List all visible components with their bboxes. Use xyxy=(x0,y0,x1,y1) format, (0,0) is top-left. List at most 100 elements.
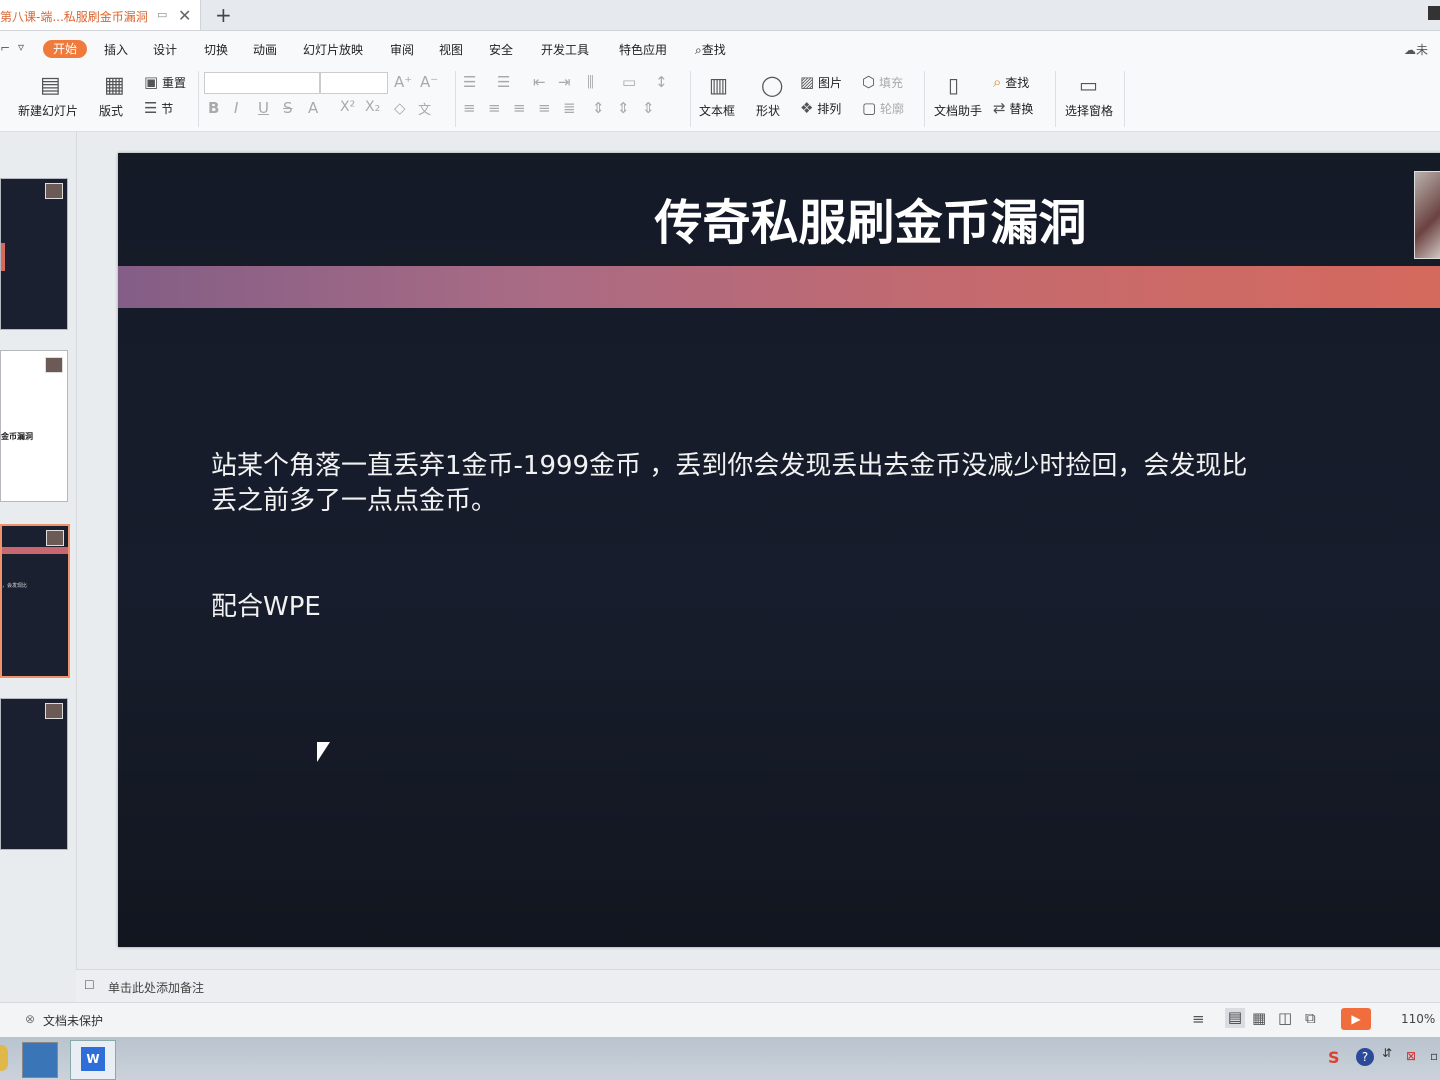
doc-assistant-button[interactable]: ▯ 文档助手 xyxy=(934,71,986,127)
document-tab[interactable]: 第八课-端...私服刷金币漏洞 ▭ ✕ xyxy=(0,0,201,30)
menu-tab-developer[interactable]: 开发工具 xyxy=(541,41,589,58)
menu-tab-view[interactable]: 视图 xyxy=(439,41,463,58)
tray-arrow-icon[interactable]: ⇵ xyxy=(1382,1046,1392,1060)
bullets-icon[interactable]: ☰ xyxy=(463,73,476,91)
new-tab-button[interactable]: + xyxy=(215,3,232,27)
section-button[interactable]: ☰ 节 xyxy=(144,99,173,117)
new-slide-icon: ▤ xyxy=(40,73,61,98)
window-control-icon[interactable] xyxy=(1428,6,1440,20)
dropdown-chevron-icon[interactable]: ▿ xyxy=(18,40,24,54)
menu-tab-security[interactable]: 安全 xyxy=(489,41,513,58)
fill-button[interactable]: ⬡ 填充 xyxy=(862,73,903,91)
file-explorer-icon[interactable] xyxy=(22,1042,58,1078)
close-tab-icon[interactable]: ✕ xyxy=(178,6,191,25)
arrange-button[interactable]: ❖ 排列 xyxy=(800,99,841,117)
reset-button[interactable]: ▣ 重置 xyxy=(144,73,186,91)
outline-button[interactable]: ▢ 轮廓 xyxy=(862,99,904,117)
protection-status[interactable]: 文档未保护 xyxy=(43,1012,103,1029)
underline-icon[interactable]: U xyxy=(258,99,269,117)
menu-search[interactable]: ⌕查找 xyxy=(695,41,726,58)
increase-font-icon[interactable]: A⁺ xyxy=(394,73,412,91)
divider xyxy=(924,71,925,127)
slide-thumbnail-4[interactable] xyxy=(0,698,68,850)
indent-spacing-icon[interactable]: ⇕ xyxy=(642,99,655,117)
mouse-cursor-icon xyxy=(317,742,330,762)
bold-icon[interactable]: B xyxy=(208,99,219,117)
slide-sorter-icon[interactable]: ▦ xyxy=(1252,1009,1266,1027)
reading-view-icon[interactable]: ◫ xyxy=(1278,1009,1292,1027)
slide-body-line-1[interactable]: 站某个角落一直丢弃1金币-1999金币 ，丢到你会发现丢出去金币没减少时捡回，会… xyxy=(211,449,1391,484)
cloud-status[interactable]: ☁未 xyxy=(1404,41,1428,58)
notes-placeholder[interactable]: 单击此处添加备注 xyxy=(108,979,204,996)
subscript-icon[interactable]: X₂ xyxy=(365,99,380,115)
align-center-icon[interactable]: ≡ xyxy=(488,99,501,117)
slide-thumbnail-panel[interactable]: 金币漏洞 ，会发现比 xyxy=(0,132,77,1002)
select-pane-icon: ▭ xyxy=(1079,73,1098,97)
slide-body-line-2[interactable]: 丢之前多了一点点金币。 xyxy=(211,484,1391,519)
new-slide-button[interactable]: ▤ 新建幻灯片 xyxy=(18,71,90,127)
phonetic-icon[interactable]: 文 xyxy=(418,99,431,118)
strikethrough-icon[interactable]: S xyxy=(283,99,293,117)
line-spacing-icon[interactable]: ↕ xyxy=(655,73,668,91)
clear-format-icon[interactable]: ◇ xyxy=(394,99,406,117)
replace-label: 替换 xyxy=(1009,102,1034,116)
layout-button[interactable]: ▦ 版式 xyxy=(99,71,135,127)
slide-thumbnail-1[interactable] xyxy=(0,178,68,330)
thumbnail-accent xyxy=(1,243,5,271)
replace-button[interactable]: ⇄ 替换 xyxy=(993,99,1033,117)
ime-icon[interactable]: S xyxy=(1328,1048,1340,1067)
font-name-combo[interactable] xyxy=(204,72,320,94)
font-size-combo[interactable] xyxy=(320,72,388,94)
align-right-icon[interactable]: ≡ xyxy=(513,99,526,117)
paragraph-spacing-icon[interactable]: ⇕ xyxy=(592,99,605,117)
slide-logo-image[interactable] xyxy=(1414,171,1440,259)
superscript-icon[interactable]: X² xyxy=(340,99,355,115)
zoom-level[interactable]: 110% xyxy=(1401,1012,1435,1026)
pin-icon[interactable]: ▭ xyxy=(157,8,169,21)
textbox-button[interactable]: ▥ 文本框 xyxy=(699,71,747,127)
menu-tab-insert[interactable]: 插入 xyxy=(104,41,128,58)
notes-toggle-icon[interactable]: ≡ xyxy=(1192,1010,1205,1028)
justify-icon[interactable]: ≡ xyxy=(538,99,551,117)
numbering-icon[interactable]: ☰ xyxy=(497,73,510,91)
columns-icon[interactable]: ⫼ xyxy=(587,73,594,91)
menu-tab-review[interactable]: 审阅 xyxy=(390,41,414,58)
find-button[interactable]: ⌕ 查找 xyxy=(993,73,1029,91)
select-pane-button[interactable]: ▭ 选择窗格 xyxy=(1065,71,1117,127)
network-icon[interactable]: ⊠ xyxy=(1406,1049,1416,1063)
decrease-indent-icon[interactable]: ⇤ xyxy=(533,73,546,91)
thumbnail-title: 金币漏洞 xyxy=(1,432,33,441)
decrease-font-icon[interactable]: A⁻ xyxy=(420,73,438,91)
menu-tab-animation[interactable]: 动画 xyxy=(253,41,277,58)
wps-taskbar-button[interactable]: W xyxy=(70,1040,116,1080)
shape-button[interactable]: ◯ 形状 xyxy=(756,71,792,127)
text-direction-icon[interactable]: ▭ xyxy=(622,73,636,91)
quick-access-icon[interactable]: ⌐ xyxy=(0,41,10,55)
italic-icon[interactable]: I xyxy=(234,99,238,117)
menu-tab-features[interactable]: 特色应用 xyxy=(619,41,667,58)
start-orb-icon[interactable] xyxy=(0,1045,8,1071)
slide-title[interactable]: 传奇私服刷金币漏洞 xyxy=(118,183,1440,253)
spacing-icon[interactable]: ⇕ xyxy=(617,99,630,117)
font-color-icon[interactable]: A xyxy=(308,99,318,117)
slide-canvas[interactable]: 传奇私服刷金币漏洞 站某个角落一直丢弃1金币-1999金币 ，丢到你会发现丢出去… xyxy=(118,153,1440,947)
outline-icon: ▢ xyxy=(862,99,877,117)
outline-label: 轮廓 xyxy=(880,102,905,116)
menu-tab-design[interactable]: 设计 xyxy=(153,41,177,58)
increase-indent-icon[interactable]: ⇥ xyxy=(558,73,571,91)
menu-tab-start[interactable]: 开始 xyxy=(43,40,87,58)
slide-thumbnail-3[interactable]: ，会发现比 xyxy=(0,524,70,678)
align-left-icon[interactable]: ≡ xyxy=(463,99,476,117)
picture-button[interactable]: ▨ 图片 xyxy=(800,73,842,91)
play-slideshow-icon[interactable]: ▶ xyxy=(1341,1008,1371,1030)
tray-more-icon[interactable]: ▫ xyxy=(1430,1049,1438,1063)
menu-tab-slideshow[interactable]: 幻灯片放映 xyxy=(303,41,363,58)
slide-thumbnail-2[interactable]: 金币漏洞 xyxy=(0,350,68,502)
notes-pane[interactable]: ☐ 单击此处添加备注 xyxy=(76,969,1440,1002)
menu-tab-transition[interactable]: 切换 xyxy=(204,41,228,58)
distribute-icon[interactable]: ≣ xyxy=(563,99,576,117)
normal-view-icon[interactable]: ▤ xyxy=(1225,1008,1245,1028)
slide-body-line-3[interactable]: 配合WPE xyxy=(211,590,1391,625)
help-icon[interactable]: ? xyxy=(1356,1048,1374,1066)
presenter-view-icon[interactable]: ⧉ xyxy=(1305,1009,1316,1027)
